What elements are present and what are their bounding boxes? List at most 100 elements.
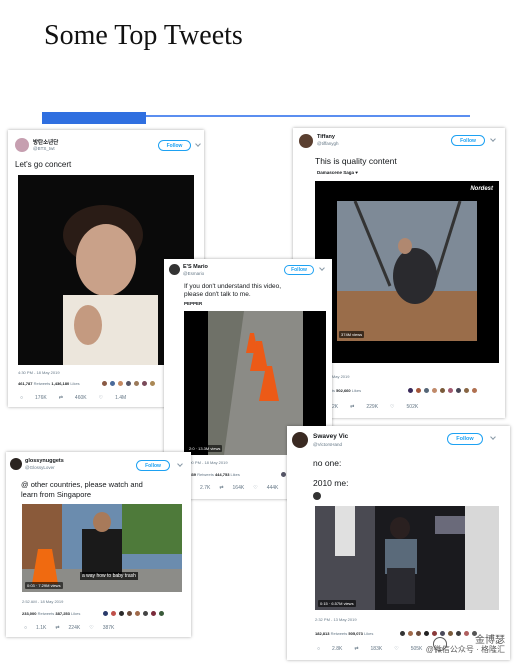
tweet-text-line1: no one: xyxy=(313,458,342,468)
retweet-icon[interactable]: ⇄ xyxy=(55,625,59,631)
retweets-label: Retweets xyxy=(37,611,55,616)
tweet-stats: 4,539 Retweets 444,753 Likes xyxy=(186,472,240,477)
like-icon[interactable]: ♡ xyxy=(253,485,257,491)
likes-label: Likes xyxy=(230,472,240,477)
tweet-timestamp[interactable]: 2:52 AM - 18 May 2019 xyxy=(22,599,63,604)
tweet-actions: ○ 2.8K ⇄ 183K ♡ 505K xyxy=(317,646,422,652)
tweet-author-handle[interactable]: @GlossyLover xyxy=(25,465,55,470)
tweet-text-line1: If you don't understand this video, xyxy=(184,283,281,290)
tweet-text-line2: 2010 me: xyxy=(313,478,349,488)
follow-button[interactable]: Follow xyxy=(158,140,191,151)
tweet-card-swaveyvic[interactable]: Swavey Vic @VictorsHand Follow no one: 2… xyxy=(287,426,510,660)
quoted-account[interactable]: PEPPER xyxy=(184,301,202,306)
reply-count: 176K xyxy=(35,395,47,401)
tweet-card-glossynuggets[interactable]: glossynuggets @GlossyLover Follow @ othe… xyxy=(6,452,191,637)
avatar[interactable] xyxy=(292,432,308,448)
reply-icon[interactable]: ○ xyxy=(24,625,27,631)
tweet-timestamp[interactable]: 2:32 PM - 13 May 2019 xyxy=(315,617,357,622)
tweet-author-handle[interactable]: @Esmario xyxy=(183,271,204,276)
tweet-author-name[interactable]: Swavey Vic xyxy=(313,433,348,440)
reply-icon[interactable]: ○ xyxy=(20,395,23,401)
follow-button[interactable]: Follow xyxy=(284,265,314,275)
video-views-badge: 0:15 · 6.57M views xyxy=(318,600,356,607)
watermark: 金博瑟 @微信公众号 · 格隆汇 xyxy=(426,635,505,655)
tweet-stats: 182,813 Retweets 505,073 Likes xyxy=(315,631,373,636)
reply-icon[interactable]: ○ xyxy=(317,646,320,652)
reply-count: 2.8K xyxy=(332,646,343,652)
reply-count: 1.1K xyxy=(36,625,47,631)
avatar[interactable] xyxy=(299,134,313,148)
retweet-action-count: 164K xyxy=(232,485,245,491)
title-underline-accent xyxy=(42,112,146,124)
like-count: 387,253 xyxy=(55,611,70,616)
title-underline-rule xyxy=(146,115,470,117)
like-action-count: 1.4M xyxy=(115,395,127,401)
tweet-text-line2: learn from Singapore xyxy=(21,490,92,499)
follow-button[interactable]: Follow xyxy=(447,433,483,445)
slide-title: Some Top Tweets xyxy=(44,20,243,51)
retweet-action-count: 224K xyxy=(68,625,81,631)
tweet-actions: ○ 176K ⇄ 460K ♡ 1.4M xyxy=(20,395,126,401)
reply-count: 2.7K xyxy=(200,485,211,491)
like-count: 1,436,180 xyxy=(51,381,70,386)
quoted-account[interactable]: Damascene Saga ♥ xyxy=(317,170,358,175)
tweet-author-handle[interactable]: @BTS_twt xyxy=(33,146,55,151)
avatar[interactable] xyxy=(169,264,180,275)
tweet-timestamp[interactable]: 3:00 PM - 18 May 2019 xyxy=(186,460,228,465)
like-count: 505,073 xyxy=(348,631,363,636)
video-views-badge: 2:0 · 13.3M views xyxy=(187,445,223,452)
follow-button[interactable]: Follow xyxy=(136,460,170,471)
like-icon[interactable]: ♡ xyxy=(89,625,93,631)
tweet-author-handle[interactable]: @tiffanygh xyxy=(317,141,339,146)
tweet-text: This is quality content xyxy=(315,156,397,166)
like-count: 444,753 xyxy=(214,472,230,477)
like-icon[interactable]: ♡ xyxy=(99,395,103,401)
retweet-count: 182,813 xyxy=(315,631,330,636)
chevron-down-icon[interactable] xyxy=(490,434,496,440)
emoji-icon xyxy=(313,492,321,500)
tweet-actions: ○2K ⇄229K ♡502K xyxy=(317,404,418,410)
video-caption: a way how to baby trash xyxy=(80,572,138,580)
tweet-author-name[interactable]: E'S Mario xyxy=(183,264,208,270)
retweet-count: 233,000 xyxy=(22,611,37,616)
tweet-text-line1: @ other countries, please watch and xyxy=(21,480,143,489)
tweet-author-name[interactable]: glossynuggets xyxy=(25,458,64,464)
like-action-count: 502K xyxy=(406,404,419,410)
retweet-action-count: 460K xyxy=(74,395,87,401)
tweet-timestamp[interactable]: 4:30 PM - 18 May 2019 xyxy=(18,370,60,375)
tweet-video[interactable]: Nordest 374M views xyxy=(315,181,499,363)
retweet-count: 461,787 xyxy=(18,381,33,386)
like-action-count: 387K xyxy=(102,625,115,631)
retweet-action-count: 183K xyxy=(370,646,383,652)
like-icon[interactable]: ♡ xyxy=(394,646,398,652)
retweet-icon[interactable]: ⇄ xyxy=(219,485,223,491)
retweets-label: Retweets xyxy=(197,472,214,477)
tweet-stats: 233,000 Retweets 387,253 Likes xyxy=(22,611,80,616)
avatar[interactable] xyxy=(15,138,29,152)
chevron-down-icon[interactable] xyxy=(195,141,201,147)
retweet-icon[interactable]: ⇄ xyxy=(350,404,354,410)
likes-label: Likes xyxy=(364,631,374,636)
retweet-icon[interactable]: ⇄ xyxy=(59,395,63,401)
tweet-text: Let's go concert xyxy=(15,160,72,169)
retweet-icon[interactable]: ⇄ xyxy=(354,646,358,652)
like-action-count: 444K xyxy=(266,485,279,491)
dance-video-frame xyxy=(315,506,499,610)
tweet-author-handle[interactable]: @VictorsHand xyxy=(313,442,342,447)
tweet-stats: 461,787 Retweets 1,436,180 Likes xyxy=(18,381,80,386)
tweet-author-name[interactable]: Tiffany xyxy=(317,134,335,140)
chevron-down-icon[interactable] xyxy=(319,265,325,271)
avatar[interactable] xyxy=(10,458,22,470)
tweet-author-name[interactable]: 방탄소년단 xyxy=(33,138,58,146)
follow-button[interactable]: Follow xyxy=(451,135,485,146)
video-views-badge: 0:03 · 7.29M views xyxy=(25,582,63,589)
chevron-down-icon[interactable] xyxy=(490,136,496,142)
retweets-label: Retweets xyxy=(33,381,51,386)
chevron-down-icon[interactable] xyxy=(177,461,183,467)
retweet-action-count: 229K xyxy=(366,404,379,410)
tweet-video[interactable]: a way how to baby trash 0:03 · 7.29M vie… xyxy=(22,504,182,592)
tweet-video[interactable]: 0:15 · 6.57M views xyxy=(315,506,499,610)
tweet-text-line2: please don't talk to me. xyxy=(184,291,251,298)
liker-avatars xyxy=(101,380,157,387)
like-icon[interactable]: ♡ xyxy=(390,404,394,410)
